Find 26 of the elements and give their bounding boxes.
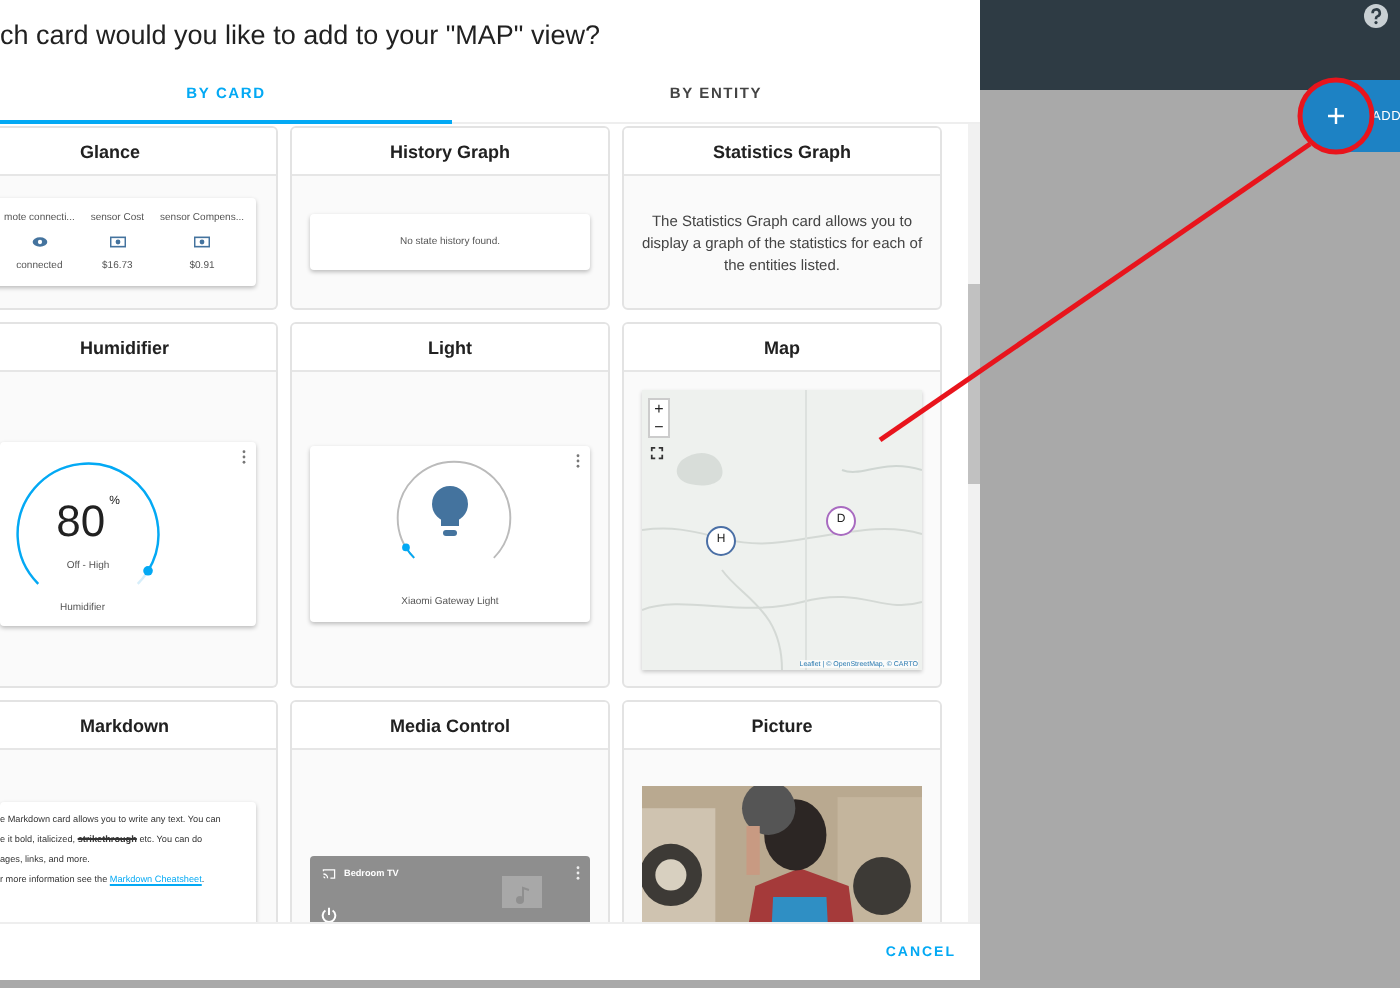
card-title: Map (624, 324, 940, 372)
help-icon[interactable] (1364, 4, 1388, 28)
plus-icon (1326, 106, 1346, 126)
humidity-value: 80 (56, 495, 106, 547)
music-file-icon (502, 875, 542, 907)
card-title: Humidifier (0, 324, 276, 372)
cash-icon (109, 236, 126, 248)
card-title: Statistics Graph (624, 128, 940, 176)
lightbulb-icon[interactable] (430, 485, 470, 537)
dialog-title: ch card would you like to add to your "MAP" view? (0, 17, 602, 54)
card-title: Glance (0, 128, 276, 176)
cast-icon (322, 867, 336, 879)
card-option[interactable]: Picture (622, 700, 942, 922)
card-title: History Graph (292, 128, 608, 176)
power-icon[interactable] (320, 905, 338, 922)
fit-view-icon[interactable] (650, 445, 664, 459)
cash-icon (194, 236, 211, 248)
card-title: Markdown (0, 702, 276, 750)
annotation-circle (1297, 77, 1375, 155)
card-title: Media Control (292, 702, 608, 750)
eye-icon (31, 236, 48, 248)
card-title: Picture (624, 702, 940, 750)
zoom-out-button[interactable]: − (650, 417, 668, 435)
scrollbar-thumb[interactable] (968, 284, 980, 484)
zoom-in-button[interactable]: + (650, 399, 668, 417)
card-title: Light (292, 324, 608, 372)
